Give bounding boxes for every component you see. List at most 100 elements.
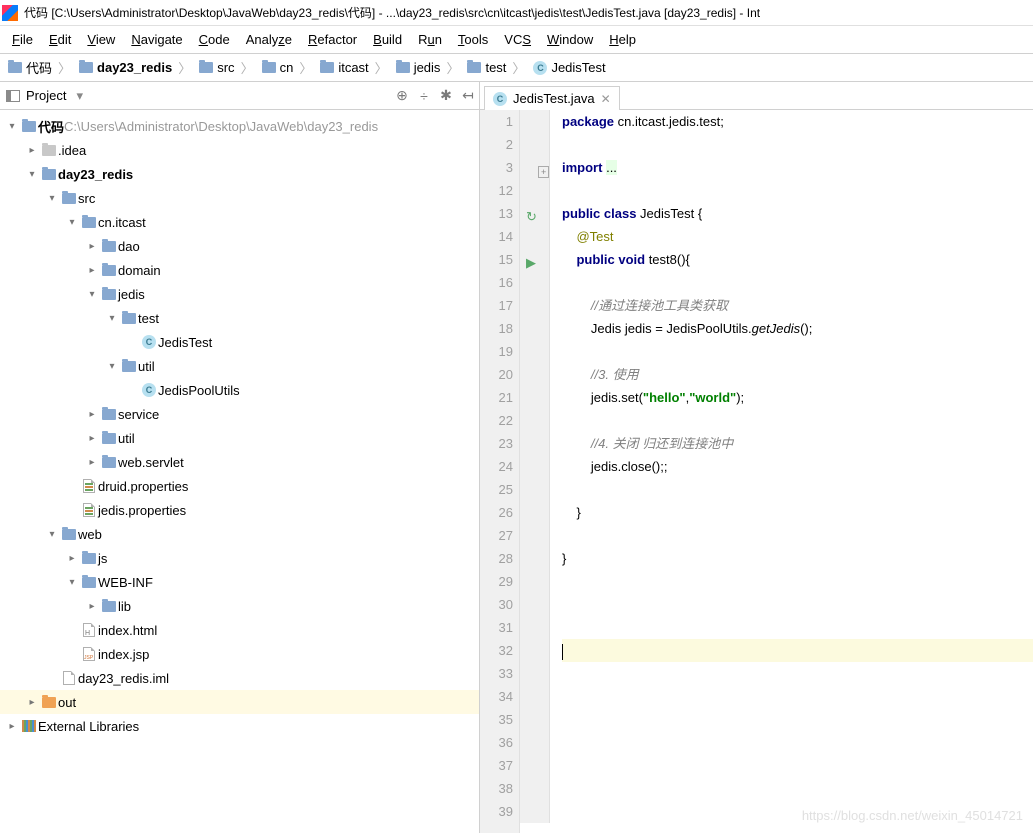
project-label[interactable]: Project	[26, 88, 66, 103]
code-line[interactable]: jedis.set("hello","world");	[562, 386, 1033, 409]
menu-analyze[interactable]: Analyze	[240, 30, 298, 49]
code-line[interactable]: package cn.itcast.jedis.test;	[562, 110, 1033, 133]
tree-item-jedis[interactable]: ▾jedis	[0, 282, 479, 306]
code-line[interactable]: jedis.close();;	[562, 455, 1033, 478]
tree-item-test[interactable]: ▾test	[0, 306, 479, 330]
tree-arrow-icon[interactable]: ▸	[84, 265, 100, 276]
tree-item-index-jsp[interactable]: index.jsp	[0, 642, 479, 666]
tree-item-lib[interactable]: ▸lib	[0, 594, 479, 618]
tree-arrow-icon[interactable]: ▸	[64, 553, 80, 564]
code-line[interactable]	[562, 340, 1033, 363]
code-line[interactable]: public void test8(){	[562, 248, 1033, 271]
tree-arrow-icon[interactable]: ▾	[24, 169, 40, 180]
breadcrumb-test[interactable]: test〉	[465, 58, 531, 77]
locate-icon[interactable]: ⊕	[391, 87, 413, 104]
tree-item-domain[interactable]: ▸domain	[0, 258, 479, 282]
menu-navigate[interactable]: Navigate	[125, 30, 188, 49]
tree-arrow-icon[interactable]: ▾	[44, 529, 60, 540]
menu-tools[interactable]: Tools	[452, 30, 494, 49]
tree-item-jedistest[interactable]: JedisTest	[0, 330, 479, 354]
tree-item-jedispoolutils[interactable]: JedisPoolUtils	[0, 378, 479, 402]
collapse-icon[interactable]: ÷	[413, 88, 435, 104]
code-line[interactable]	[562, 685, 1033, 708]
tree-arrow-icon[interactable]: ▸	[84, 241, 100, 252]
breadcrumb-jedis[interactable]: jedis〉	[394, 58, 466, 77]
fold-icon[interactable]: +	[538, 159, 549, 184]
tree-item-web-inf[interactable]: ▾WEB-INF	[0, 570, 479, 594]
tree-item-druid-properties[interactable]: druid.properties	[0, 474, 479, 498]
breadcrumb-itcast[interactable]: itcast〉	[318, 58, 393, 77]
tree-arrow-icon[interactable]: ▾	[4, 121, 20, 132]
tree-arrow-icon[interactable]: ▸	[4, 721, 20, 732]
code-line[interactable]	[562, 731, 1033, 754]
code-line[interactable]	[562, 271, 1033, 294]
menu-code[interactable]: Code	[193, 30, 236, 49]
code-line[interactable]	[562, 754, 1033, 777]
code-line[interactable]: public class JedisTest {	[562, 202, 1033, 225]
tree-item-util[interactable]: ▸util	[0, 426, 479, 450]
tree-item-external-libraries[interactable]: ▸External Libraries	[0, 714, 479, 738]
code-line[interactable]	[562, 639, 1033, 662]
tree-item-day23-redis[interactable]: ▾day23_redis	[0, 162, 479, 186]
code-line[interactable]	[562, 570, 1033, 593]
tree-arrow-icon[interactable]: ▾	[104, 361, 120, 372]
tree-item-web[interactable]: ▾web	[0, 522, 479, 546]
tree-item-js[interactable]: ▸js	[0, 546, 479, 570]
tab-jedistest[interactable]: JedisTest.java ✕	[484, 86, 620, 110]
tree-item-day23-redis-iml[interactable]: day23_redis.iml	[0, 666, 479, 690]
menu-build[interactable]: Build	[367, 30, 408, 49]
tree-item-dao[interactable]: ▸dao	[0, 234, 479, 258]
code-line[interactable]	[562, 708, 1033, 731]
menu-refactor[interactable]: Refactor	[302, 30, 363, 49]
code-line[interactable]: @Test	[562, 225, 1033, 248]
menu-vcs[interactable]: VCS	[498, 30, 537, 49]
tree-arrow-icon[interactable]: ▾	[64, 217, 80, 228]
tree-item-jedis-properties[interactable]: jedis.properties	[0, 498, 479, 522]
code-line[interactable]: }	[562, 501, 1033, 524]
tree-item--idea[interactable]: ▸.idea	[0, 138, 479, 162]
tree-arrow-icon[interactable]: ▾	[44, 193, 60, 204]
code-line[interactable]	[562, 133, 1033, 156]
tree-arrow-icon[interactable]: ▸	[24, 697, 40, 708]
run-icon[interactable]: ▶	[526, 251, 536, 274]
menu-run[interactable]: Run	[412, 30, 448, 49]
tree-item-service[interactable]: ▸service	[0, 402, 479, 426]
tree-item-util[interactable]: ▾util	[0, 354, 479, 378]
code-line[interactable]: //通过连接池工具类获取	[562, 294, 1033, 317]
menu-view[interactable]: View	[81, 30, 121, 49]
code-line[interactable]: }	[562, 547, 1033, 570]
tree-arrow-icon[interactable]: ▸	[84, 409, 100, 420]
tree-item--[interactable]: ▾代码 C:\Users\Administrator\Desktop\JavaW…	[0, 114, 479, 138]
breadcrumb-day23_redis[interactable]: day23_redis〉	[77, 58, 197, 77]
breadcrumb-jedistest[interactable]: JedisTest	[531, 60, 611, 75]
project-tree[interactable]: ▾代码 C:\Users\Administrator\Desktop\JavaW…	[0, 110, 479, 833]
menu-file[interactable]: File	[6, 30, 39, 49]
menu-help[interactable]: Help	[603, 30, 642, 49]
code-line[interactable]: import ...	[562, 156, 1033, 179]
code-line[interactable]	[562, 179, 1033, 202]
code-lines[interactable]: package cn.itcast.jedis.test; import ...…	[550, 110, 1033, 833]
code-line[interactable]	[562, 478, 1033, 501]
reload-icon[interactable]: ↻	[526, 205, 537, 228]
code-line[interactable]	[562, 409, 1033, 432]
tree-item-out[interactable]: ▸out	[0, 690, 479, 714]
tree-item-cn-itcast[interactable]: ▾cn.itcast	[0, 210, 479, 234]
code-area[interactable]: 1231213141516171819202122232425262728293…	[480, 110, 1033, 833]
code-line[interactable]	[562, 616, 1033, 639]
code-line[interactable]: //3. 使用	[562, 363, 1033, 386]
menu-edit[interactable]: Edit	[43, 30, 77, 49]
tree-arrow-icon[interactable]: ▸	[84, 457, 100, 468]
tree-arrow-icon[interactable]: ▸	[84, 601, 100, 612]
code-line[interactable]	[562, 777, 1033, 800]
tree-arrow-icon[interactable]: ▾	[104, 313, 120, 324]
code-line[interactable]	[562, 524, 1033, 547]
hide-icon[interactable]: ↤	[457, 87, 479, 104]
tree-arrow-icon[interactable]: ▾	[64, 577, 80, 588]
breadcrumb-代码[interactable]: 代码〉	[6, 58, 77, 77]
tree-arrow-icon[interactable]: ▾	[84, 289, 100, 300]
gear-icon[interactable]: ✱	[435, 87, 457, 104]
close-icon[interactable]: ✕	[601, 92, 611, 106]
code-line[interactable]: //4. 关闭 归还到连接池中	[562, 432, 1033, 455]
tree-arrow-icon[interactable]: ▸	[24, 145, 40, 156]
tree-arrow-icon[interactable]: ▸	[84, 433, 100, 444]
